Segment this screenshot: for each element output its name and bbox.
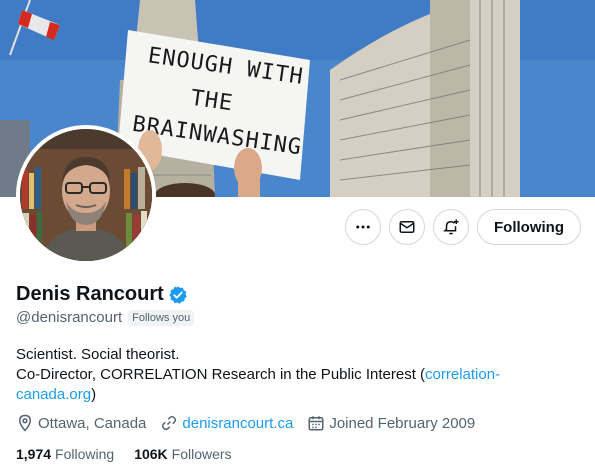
avatar-photo xyxy=(20,129,152,261)
joined-text: Joined February 2009 xyxy=(329,414,476,432)
notifications-button[interactable] xyxy=(433,209,469,245)
handle-row: @denisrancourt Follows you xyxy=(16,309,195,326)
joined-item: Joined February 2009 xyxy=(307,414,475,432)
bio-line-2-end: ) xyxy=(91,386,97,403)
profile-stats: 1,974 Following 106K Followers xyxy=(16,446,252,462)
following-label: Following xyxy=(55,446,115,462)
profile-meta: Ottawa, Canada denisrancourt.ca Joined F… xyxy=(16,414,489,432)
follows-you-badge: Follows you xyxy=(128,309,195,326)
profile-avatar[interactable] xyxy=(16,125,156,265)
bio-line-2: Co-Director, CORRELATION Research in the… xyxy=(16,365,576,405)
more-button[interactable] xyxy=(345,209,381,245)
calendar-icon xyxy=(308,416,324,431)
profile-bio: Scientist. Social theorist. Co-Director,… xyxy=(16,345,576,405)
profile-name-row: Denis Rancourt xyxy=(16,283,188,306)
website-item[interactable]: denisrancourt.ca xyxy=(160,414,293,432)
notification-bell-icon xyxy=(443,219,459,235)
bio-line-1: Scientist. Social theorist. xyxy=(16,346,180,363)
followers-stat[interactable]: 106K Followers xyxy=(134,446,231,462)
more-icon xyxy=(356,225,370,229)
location-item: Ottawa, Canada xyxy=(16,414,146,432)
link-icon xyxy=(162,415,177,431)
following-button[interactable]: Following xyxy=(477,209,581,245)
bio-line-2-text: Co-Director, CORRELATION Research in the… xyxy=(16,366,426,383)
following-count: 1,974 xyxy=(16,446,52,462)
profile-handle: @denisrancourt xyxy=(16,309,123,326)
following-stat[interactable]: 1,974 Following xyxy=(16,446,114,462)
mail-icon xyxy=(399,221,415,233)
followers-count: 106K xyxy=(134,446,168,462)
message-button[interactable] xyxy=(389,209,425,245)
verified-badge-icon[interactable] xyxy=(168,285,188,305)
followers-label: Followers xyxy=(171,446,232,462)
website-link[interactable]: denisrancourt.ca xyxy=(182,415,293,432)
location-pin-icon xyxy=(18,414,32,432)
location-text: Ottawa, Canada xyxy=(38,414,147,432)
display-name: Denis Rancourt xyxy=(16,283,164,305)
